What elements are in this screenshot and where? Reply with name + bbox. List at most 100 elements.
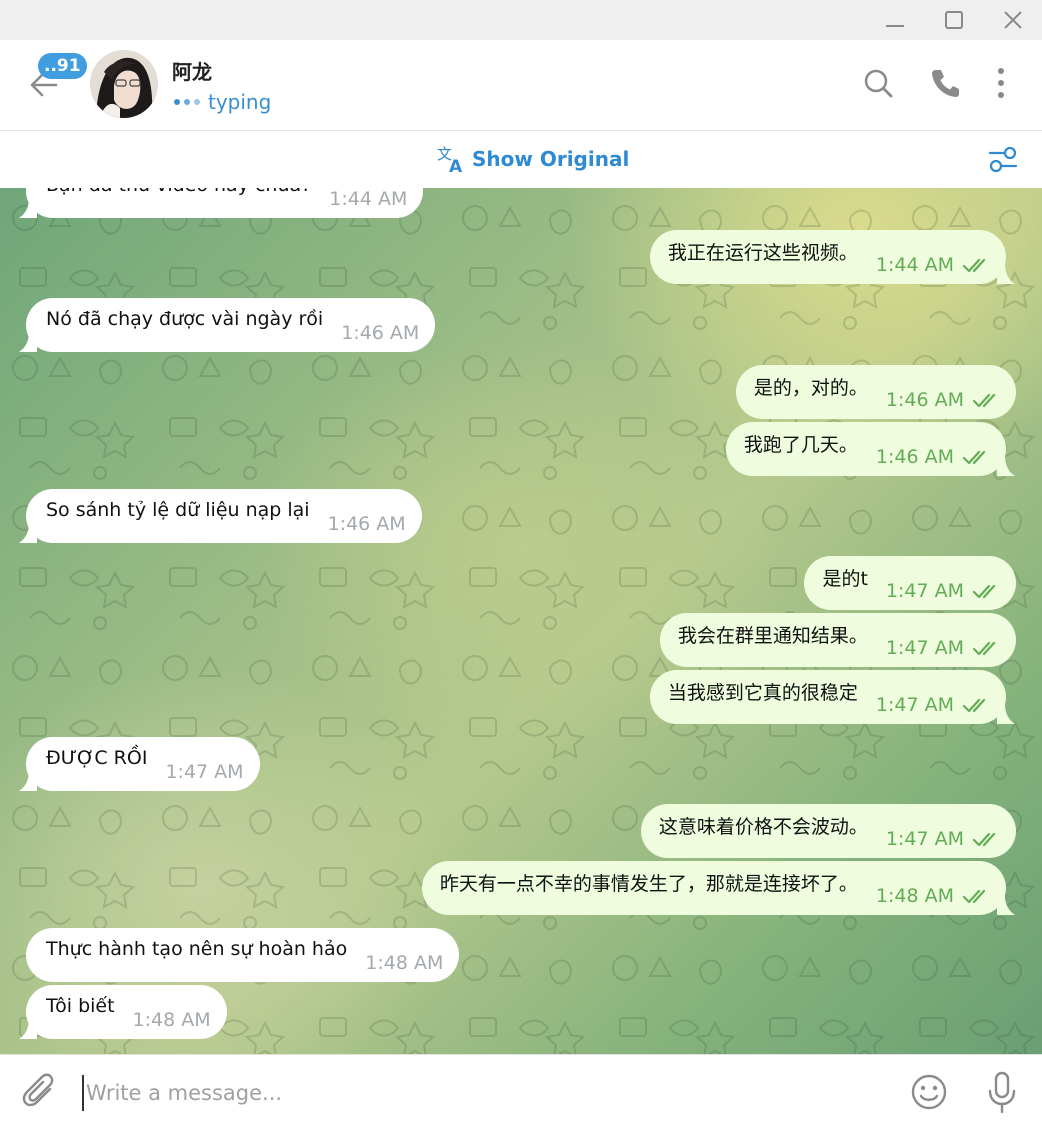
incoming-message[interactable]: Nó đã chạy được vài ngày rồi 1:46 AM [19,298,436,352]
avatar[interactable] [90,50,158,118]
message-text: Thực hành tạo nên sự hoàn hảo [46,938,348,960]
message-text: 我正在运行这些视频。 [667,241,858,264]
translation-bar: 文 A Show Original [0,131,1042,188]
message-time: 1:48 AM [365,952,444,974]
double-check-icon [972,832,996,847]
message-time: 1:46 AM [885,389,964,411]
phone-icon [932,70,959,97]
bubble-tail [997,456,1015,476]
outgoing-message[interactable]: 我正在运行这些视频。 1:44 AM [649,230,1015,284]
outgoing-message[interactable]: 这意味着价格不会波动。 1:47 AM [640,804,1016,858]
outgoing-message[interactable]: 当我感到它真的很稳定 1:47 AM [649,670,1015,724]
double-check-icon [972,584,996,599]
double-check-icon [972,393,996,408]
message-meta: 1:47 AM [886,828,1002,850]
message-text: 这意味着价格不会波动。 [658,815,868,838]
bubble-tail [19,1019,37,1039]
message-meta: 1:47 AM [886,637,1002,659]
search-icon [864,69,893,98]
message-meta: 1:46 AM [328,513,406,535]
close-icon [1004,11,1022,29]
message-time: 1:46 AM [327,513,406,535]
incoming-message[interactable]: ĐƯỢC RỒI 1:47 AM [19,737,260,791]
attach-icon [22,1073,54,1107]
voice-message-button[interactable] [986,1071,1018,1115]
outgoing-message[interactable]: 是的，对的。 1:46 AM [735,365,1016,419]
double-check-icon [962,450,986,465]
message-meta: 1:44 AM [876,254,992,276]
avatar-image [90,50,158,118]
message-text: 我跑了几天。 [743,433,858,456]
bubble-tail [19,332,37,352]
outgoing-message[interactable]: 我会在群里通知结果。 1:47 AM [659,613,1016,667]
maximize-button[interactable] [939,6,969,34]
message-time: 1:47 AM [885,580,964,602]
contact-name[interactable]: 阿龙 [172,56,212,85]
message-time: 1:47 AM [875,694,954,716]
message-text: 我会在群里通知结果。 [677,624,868,647]
message-time: 1:48 AM [875,885,954,907]
show-original-button[interactable]: 文 A Show Original [436,143,629,175]
bubble-tail [19,198,37,218]
message-time: 1:47 AM [165,761,244,783]
telegram-window: ..91 阿龙 typing 文 A Show Original 1:44 AM… [0,0,1042,1130]
double-check-icon [962,889,986,904]
emoji-button[interactable] [910,1073,948,1111]
message-text: ĐƯỢC RỒI [46,747,148,769]
message-time: 1:48 AM [132,1009,211,1031]
message-meta: 1:44 AM [329,188,407,210]
double-check-icon [962,698,986,713]
message-meta: 1:46 AM [341,322,419,344]
message-time: 1:46 AM [341,322,420,344]
translate-icon: 文 A [437,145,463,175]
message-meta: 1:47 AM [876,694,992,716]
incoming-message[interactable]: Bạn đã thử video này chưa? 1:44 AM [19,188,424,218]
outgoing-message[interactable]: 是的t 1:47 AM [804,556,1016,610]
message-meta: 1:48 AM [133,1009,211,1031]
call-button[interactable] [929,66,961,100]
translate-settings-icon [988,146,1018,173]
unread-count-badge: ..91 [38,53,87,79]
outgoing-message[interactable]: 昨天有一点不幸的事情发生了，那就是连接坏了。 1:48 AM [421,861,1015,915]
message-meta: 1:46 AM [876,446,992,468]
message-time: 1:47 AM [885,637,964,659]
message-text: 当我感到它真的很稳定 [667,681,858,704]
message-meta: 1:48 AM [876,885,992,907]
incoming-message[interactable]: Tôi biết 1:48 AM [19,985,227,1039]
message-text: 是的，对的。 [753,376,868,399]
minimize-button[interactable] [880,6,910,34]
message-meta: 1:47 AM [886,580,1002,602]
chat-header: ..91 阿龙 typing [0,40,1042,131]
double-check-icon [972,641,996,656]
message-meta: 1:48 AM [365,952,443,974]
message-time: 1:44 AM [329,188,408,210]
maximize-icon [945,11,963,29]
message-input[interactable] [82,1075,868,1111]
message-meta: 1:46 AM [886,389,1002,411]
typing-status-label: typing [208,90,272,114]
outgoing-message[interactable]: 我跑了几天。 1:46 AM [725,422,1015,476]
search-button[interactable] [862,66,894,100]
message-time: 1:44 AM [875,254,954,276]
more-options-button[interactable] [990,66,1012,100]
bubble-tail [19,771,37,791]
message-text: Tôi biết [46,995,115,1017]
attach-button[interactable] [22,1073,58,1113]
close-window-button[interactable] [998,6,1028,34]
bubble-tail [997,264,1015,284]
message-time: 1:47 AM [885,828,964,850]
show-original-label: Show Original [472,147,630,171]
message-list[interactable]: Bạn đã thử video này chưa?1:44 AM我正在运行这些… [0,188,1042,1054]
svg-text:A: A [449,157,463,175]
title-bar [0,0,1042,40]
message-text: 是的t [822,567,868,590]
bubble-tail [19,523,37,543]
translate-settings-button[interactable] [986,143,1020,175]
bubble-tail [997,895,1015,915]
bubble-tail [997,704,1015,724]
message-text: Bạn đã thử video này chưa? [46,188,311,196]
incoming-message[interactable]: So sánh tỷ lệ dữ liệu nạp lại 1:46 AM [19,489,422,543]
incoming-message[interactable]: Thực hành tạo nên sự hoàn hảo 1:48 AM [26,928,460,982]
emoji-icon [911,1074,947,1110]
typing-status: typing [174,90,271,114]
